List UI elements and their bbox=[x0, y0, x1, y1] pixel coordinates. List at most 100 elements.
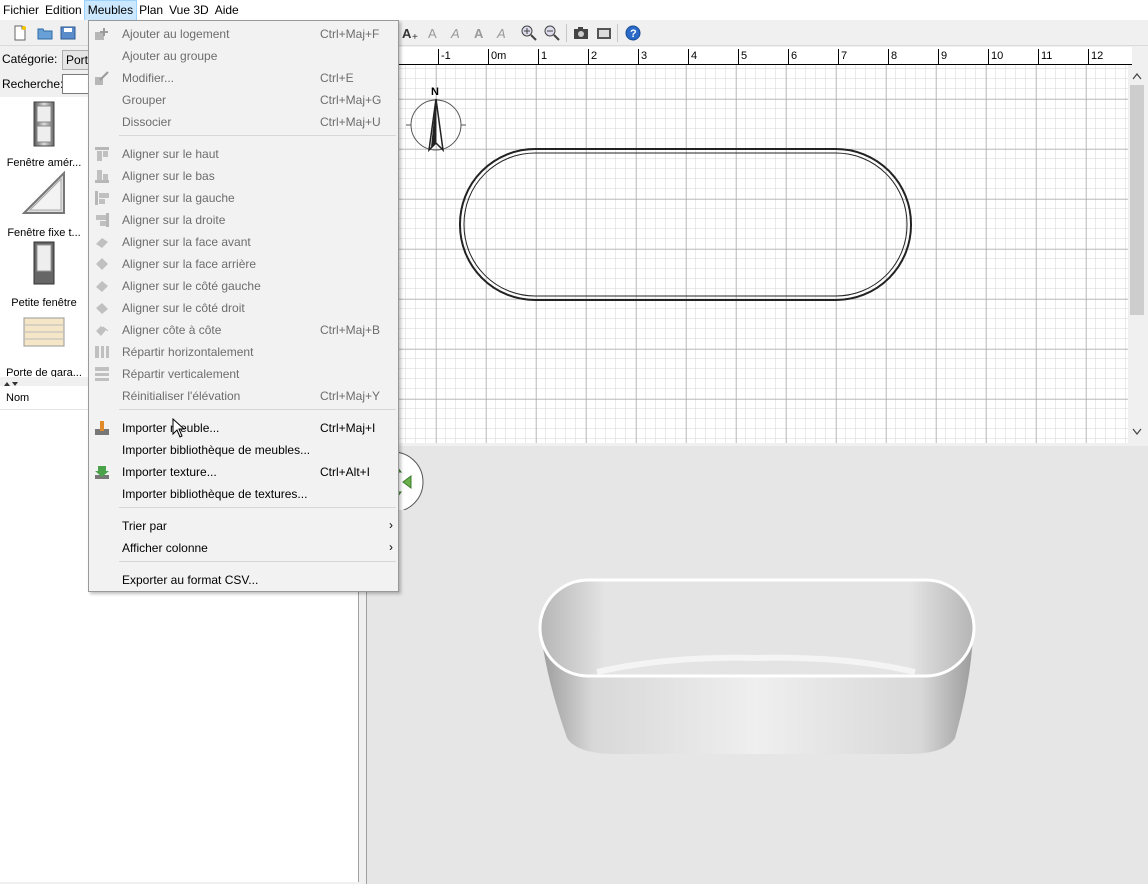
menu-item-trier-par[interactable]: Trier par › bbox=[89, 515, 398, 537]
zoom-in-icon[interactable] bbox=[519, 23, 539, 43]
menu-item-modifier[interactable]: Modifier... Ctrl+E bbox=[89, 67, 398, 89]
menu-item-aligner-sur-la-face-arriere[interactable]: Aligner sur la face arrière bbox=[89, 253, 398, 275]
catalog-item-label: Petite fenêtre bbox=[11, 297, 77, 309]
text-style-icon[interactable]: A bbox=[425, 23, 445, 43]
align-left-icon bbox=[94, 190, 110, 206]
zoom-out-icon[interactable] bbox=[542, 23, 562, 43]
menu-item-aligner-sur-le-cote-droit[interactable]: Aligner sur le côté droit bbox=[89, 297, 398, 319]
svg-text:A: A bbox=[402, 26, 412, 41]
garage-door-icon bbox=[23, 317, 65, 347]
plan-scroll-thumb[interactable] bbox=[1130, 85, 1144, 315]
text-style-italic-icon[interactable]: A bbox=[448, 23, 468, 43]
search-input[interactable] bbox=[62, 74, 90, 94]
furniture-table-header-name[interactable]: Nom bbox=[0, 386, 88, 410]
svg-text:A: A bbox=[428, 26, 437, 41]
menu-item-shortcut: Ctrl+Alt+I bbox=[320, 465, 371, 479]
ruler-tick bbox=[488, 49, 489, 65]
small-window-icon bbox=[33, 241, 55, 285]
menu-item-label: Dissocier bbox=[122, 115, 172, 129]
menu-item-aligner-sur-le-haut[interactable]: Aligner sur le haut bbox=[89, 143, 398, 165]
camera-icon[interactable] bbox=[571, 23, 591, 43]
menu-item-exporter-au-format-csv[interactable]: Exporter au format CSV... bbox=[89, 569, 398, 591]
menu-item-label: Importer texture... bbox=[122, 465, 217, 479]
ruler-tick bbox=[838, 49, 839, 65]
menu-item-ajouter-au-groupe[interactable]: Ajouter au groupe bbox=[89, 45, 398, 67]
menu-item-aligner-sur-la-face-avant[interactable]: Aligner sur la face avant bbox=[89, 231, 398, 253]
menu-item-aligner-sur-la-gauche[interactable]: Aligner sur la gauche bbox=[89, 187, 398, 209]
text-italic-icon[interactable]: A bbox=[494, 23, 514, 43]
ruler-tick bbox=[988, 49, 989, 65]
menu-item-repartir-verticalement[interactable]: Répartir verticalement bbox=[89, 363, 398, 385]
menu-item-aligner-cote-a-cote[interactable]: Aligner côte à côte Ctrl+Maj+B bbox=[89, 319, 398, 341]
plan-view[interactable]: N bbox=[398, 47, 1132, 443]
ruler-label: 5 bbox=[741, 50, 748, 62]
new-file-icon[interactable] bbox=[10, 23, 30, 43]
svg-text:A: A bbox=[474, 26, 484, 41]
menu-plan[interactable]: Plan bbox=[136, 1, 166, 20]
align-front-icon bbox=[94, 234, 110, 250]
menu-fichier[interactable]: Fichier bbox=[0, 1, 42, 20]
save-file-icon[interactable] bbox=[58, 23, 78, 43]
catalog-item[interactable]: Petite fenêtre bbox=[0, 239, 88, 309]
catalog-item[interactable]: Fenêtre amér... bbox=[0, 99, 88, 169]
menu-item-shortcut: Ctrl+Maj+U bbox=[320, 115, 381, 129]
menu-meubles[interactable]: Meubles bbox=[83, 0, 138, 21]
menu-item-label: Modifier... bbox=[122, 71, 175, 85]
ruler-tick bbox=[788, 49, 789, 65]
menu-item-label: Aligner sur le bas bbox=[122, 169, 215, 183]
category-label: Catégorie: bbox=[2, 52, 58, 66]
menu-item-label: Aligner sur le côté droit bbox=[122, 301, 245, 315]
menu-item-importer-bibliotheque-de-meubles[interactable]: Importer bibliothèque de meubles... bbox=[89, 439, 398, 461]
menu-item-aligner-sur-le-cote-gauche[interactable]: Aligner sur le côté gauche bbox=[89, 275, 398, 297]
menu-item-repartir-horizontalement[interactable]: Répartir horizontalement bbox=[89, 341, 398, 363]
menu-item-dissocier[interactable]: Dissocier Ctrl+Maj+U bbox=[89, 111, 398, 133]
align-side-by-side-icon bbox=[94, 322, 110, 338]
video-icon[interactable] bbox=[594, 23, 614, 43]
menu-item-reinitialiser-l-elevation[interactable]: Réinitialiser l'élévation Ctrl+Maj+Y bbox=[89, 385, 398, 407]
help-icon[interactable]: ? bbox=[623, 23, 643, 43]
menu-item-grouper[interactable]: Grouper Ctrl+Maj+G bbox=[89, 89, 398, 111]
catalog-item-label: Fenêtre amér... bbox=[6, 157, 82, 169]
pane-splitter[interactable] bbox=[0, 377, 88, 386]
ruler-label: 1 bbox=[541, 50, 548, 62]
menu-aide[interactable]: Aide bbox=[212, 1, 242, 20]
window-american-icon bbox=[33, 101, 55, 147]
ruler-label: 4 bbox=[691, 50, 698, 62]
add-text-icon[interactable]: A + bbox=[400, 23, 420, 43]
menu-item-label: Importer meuble... bbox=[122, 421, 220, 435]
submenu-arrow-icon: › bbox=[389, 518, 393, 532]
menu-item-label: Aligner sur la gauche bbox=[122, 191, 235, 205]
menu-item-importer-texture[interactable]: Importer texture... Ctrl+Alt+I bbox=[89, 461, 398, 483]
menu-item-label: Aligner côte à côte bbox=[122, 323, 222, 337]
open-file-icon[interactable] bbox=[35, 23, 55, 43]
menu-item-afficher-colonne[interactable]: Afficher colonne › bbox=[89, 537, 398, 559]
align-top-icon bbox=[94, 146, 110, 162]
ruler-tick bbox=[1088, 49, 1089, 65]
menu-vue-3d[interactable]: Vue 3D bbox=[166, 1, 212, 20]
menu-item-aligner-sur-la-droite[interactable]: Aligner sur la droite bbox=[89, 209, 398, 231]
menu-separator bbox=[119, 507, 396, 508]
menu-item-label: Réinitialiser l'élévation bbox=[122, 389, 241, 403]
menu-item-aligner-sur-le-bas[interactable]: Aligner sur le bas bbox=[89, 165, 398, 187]
menu-item-label: Importer bibliothèque de textures... bbox=[122, 487, 308, 501]
menu-item-importer-meuble[interactable]: Importer meuble... Ctrl+Maj+I bbox=[89, 417, 398, 439]
catalog-item[interactable]: Porte de gara... bbox=[0, 309, 88, 379]
ruler-label: 0m bbox=[491, 50, 507, 62]
3d-view[interactable] bbox=[366, 446, 1148, 884]
3d-canvas[interactable] bbox=[367, 446, 1148, 884]
menu-item-label: Exporter au format CSV... bbox=[122, 573, 259, 587]
furniture-catalog: Fenêtre amér... Fenêtre fixe t... Petite… bbox=[0, 97, 88, 379]
menu-bar: Fichier Edition Meubles Plan Vue 3D Aide bbox=[0, 0, 1148, 21]
menu-edition[interactable]: Edition bbox=[42, 1, 85, 20]
text-bold-icon[interactable]: A bbox=[471, 23, 491, 43]
modify-furniture-icon bbox=[94, 70, 110, 86]
menu-item-ajouter-au-logement[interactable]: Ajouter au logement Ctrl+Maj+F bbox=[89, 23, 398, 45]
catalog-item[interactable]: Fenêtre fixe t... bbox=[0, 169, 88, 239]
menu-item-label: Importer bibliothèque de meubles... bbox=[122, 443, 311, 457]
toolbar-separator bbox=[566, 24, 567, 42]
menu-item-importer-bibliotheque-de-textures[interactable]: Importer bibliothèque de textures... bbox=[89, 483, 398, 505]
ruler-tick bbox=[938, 49, 939, 65]
menu-item-label: Grouper bbox=[122, 93, 167, 107]
plan-canvas[interactable] bbox=[398, 47, 1132, 443]
category-combo[interactable]: Porte bbox=[62, 50, 90, 70]
